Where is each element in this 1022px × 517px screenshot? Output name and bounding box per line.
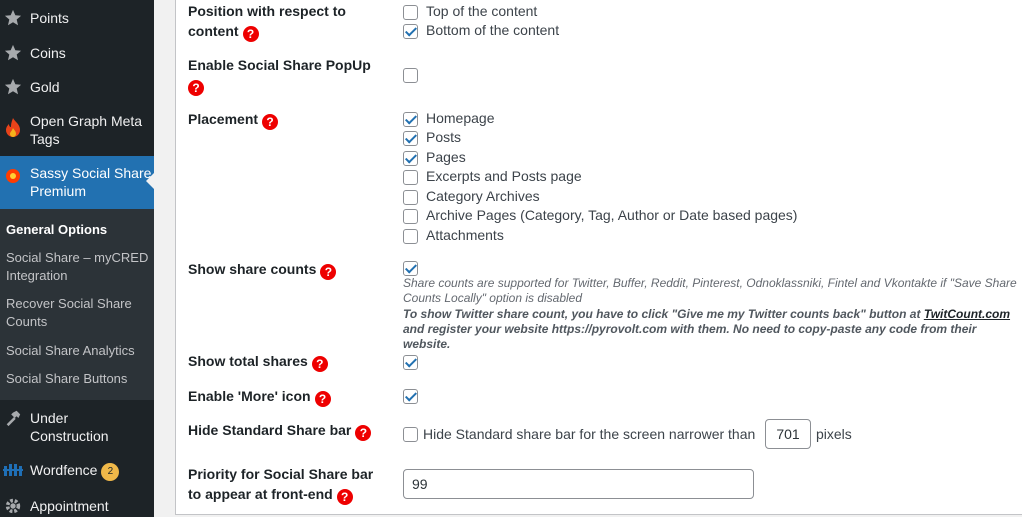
menu-appointment[interactable]: Appointment bbox=[0, 488, 154, 517]
hammer-icon bbox=[3, 408, 23, 428]
menu-under-construction-label: Under Construction bbox=[30, 410, 109, 444]
menu-gold-label: Gold bbox=[30, 79, 60, 95]
placement-setting-label: Placement? bbox=[188, 109, 279, 130]
flame-icon bbox=[3, 118, 23, 138]
position-bottom-checkbox[interactable] bbox=[403, 24, 418, 39]
hide-bar-width-input[interactable]: 701 bbox=[765, 419, 811, 449]
share-counts-setting-label: Show share counts? bbox=[188, 259, 337, 280]
help-icon[interactable]: ? bbox=[188, 80, 204, 96]
star-icon bbox=[3, 43, 23, 63]
twitcount-link[interactable]: TwitCount.com bbox=[924, 307, 1010, 321]
hide-bar-checkbox[interactable] bbox=[403, 427, 418, 442]
menu-coins[interactable]: Coins bbox=[0, 35, 154, 70]
placement-excerpts-label: Excerpts and Posts page bbox=[426, 168, 582, 184]
placement-attachments-checkbox[interactable] bbox=[403, 229, 418, 244]
total-shares-checkbox[interactable] bbox=[403, 355, 418, 370]
settings-panel: Position with respect to content? Top of… bbox=[175, 0, 1022, 515]
more-icon-checkbox[interactable] bbox=[403, 389, 418, 404]
placement-pages-label: Pages bbox=[426, 149, 466, 165]
help-icon[interactable]: ? bbox=[314, 391, 331, 407]
menu-points[interactable]: Points bbox=[0, 0, 154, 35]
menu-under-construction[interactable]: Under Construction bbox=[0, 400, 154, 452]
placement-pages-checkbox[interactable] bbox=[403, 151, 418, 166]
help-icon[interactable]: ? bbox=[355, 425, 372, 441]
wordfence-count-badge: 2 bbox=[101, 463, 120, 481]
menu-points-label: Points bbox=[30, 10, 69, 26]
menu-coins-label: Coins bbox=[30, 45, 66, 61]
help-icon[interactable]: ? bbox=[320, 264, 337, 280]
submenu-recover-counts[interactable]: Recover Social Share Counts bbox=[6, 295, 151, 331]
help-icon[interactable]: ? bbox=[336, 489, 353, 505]
placement-excerpts-checkbox[interactable] bbox=[403, 170, 418, 185]
admin-sidebar: Points Coins Gold Open Graph Meta Tags S… bbox=[0, 0, 154, 517]
placement-category-archives-label: Category Archives bbox=[426, 188, 540, 204]
star-icon bbox=[3, 8, 23, 28]
hide-bar-pixels-label: pixels bbox=[816, 426, 852, 442]
placement-homepage-checkbox[interactable] bbox=[403, 112, 418, 127]
wordfence-icon bbox=[3, 461, 23, 481]
placement-posts-checkbox[interactable] bbox=[403, 131, 418, 146]
placement-posts-label: Posts bbox=[426, 129, 462, 145]
popup-checkbox[interactable] bbox=[403, 68, 418, 83]
position-bottom-label: Bottom of the content bbox=[426, 22, 560, 38]
hide-bar-setting-label: Hide Standard Share bar? bbox=[188, 420, 372, 441]
placement-category-archives-checkbox[interactable] bbox=[403, 190, 418, 205]
priority-input[interactable]: 99 bbox=[403, 469, 754, 499]
menu-wordfence-label: Wordfence 2 bbox=[30, 461, 150, 481]
total-shares-setting-label: Show total shares? bbox=[188, 351, 328, 372]
placement-archive-pages-checkbox[interactable] bbox=[403, 209, 418, 224]
position-setting-label: Position with respect to content? bbox=[188, 3, 346, 42]
submenu-mycred-integration[interactable]: Social Share – myCRED Integration bbox=[6, 249, 151, 285]
gear-icon bbox=[3, 496, 23, 516]
menu-sassy-label: Sassy Social Share Premium bbox=[30, 165, 152, 199]
menu-wordfence[interactable]: Wordfence 2 bbox=[0, 452, 154, 488]
position-top-label: Top of the content bbox=[426, 3, 538, 19]
sassy-logo-icon bbox=[3, 166, 23, 186]
menu-appointment-label: Appointment bbox=[30, 498, 109, 514]
popup-setting-label: Enable Social Share PopUp? bbox=[188, 57, 371, 96]
menu-open-graph[interactable]: Open Graph Meta Tags bbox=[0, 104, 154, 156]
current-menu-arrow bbox=[146, 173, 154, 189]
placement-homepage-label: Homepage bbox=[426, 110, 495, 126]
star-icon bbox=[3, 77, 23, 97]
help-icon[interactable]: ? bbox=[311, 356, 328, 372]
submenu-share-analytics[interactable]: Social Share Analytics bbox=[6, 342, 151, 360]
submenu: General Options Social Share – myCRED In… bbox=[0, 209, 154, 400]
priority-setting-label: Priority for Social Share bar to appear … bbox=[188, 466, 374, 505]
hide-bar-text: Hide Standard share bar for the screen n… bbox=[423, 426, 756, 442]
menu-open-graph-label: Open Graph Meta Tags bbox=[30, 113, 143, 147]
help-icon[interactable]: ? bbox=[242, 26, 259, 42]
submenu-general-options[interactable]: General Options bbox=[6, 221, 151, 239]
position-top-checkbox[interactable] bbox=[403, 5, 418, 20]
placement-attachments-label: Attachments bbox=[426, 227, 504, 243]
submenu-share-buttons[interactable]: Social Share Buttons bbox=[6, 370, 151, 388]
placement-archive-pages-label: Archive Pages (Category, Tag, Author or … bbox=[426, 207, 798, 223]
share-counts-checkbox[interactable] bbox=[403, 261, 418, 276]
menu-sassy-social-share[interactable]: Sassy Social Share Premium bbox=[0, 156, 154, 209]
menu-gold[interactable]: Gold bbox=[0, 70, 154, 104]
twitter-count-note: To show Twitter share count, you have to… bbox=[403, 307, 1011, 351]
help-icon[interactable]: ? bbox=[262, 114, 279, 130]
share-counts-note: Share counts are supported for Twitter, … bbox=[403, 276, 1017, 305]
more-icon-setting-label: Enable 'More' icon? bbox=[188, 386, 331, 407]
